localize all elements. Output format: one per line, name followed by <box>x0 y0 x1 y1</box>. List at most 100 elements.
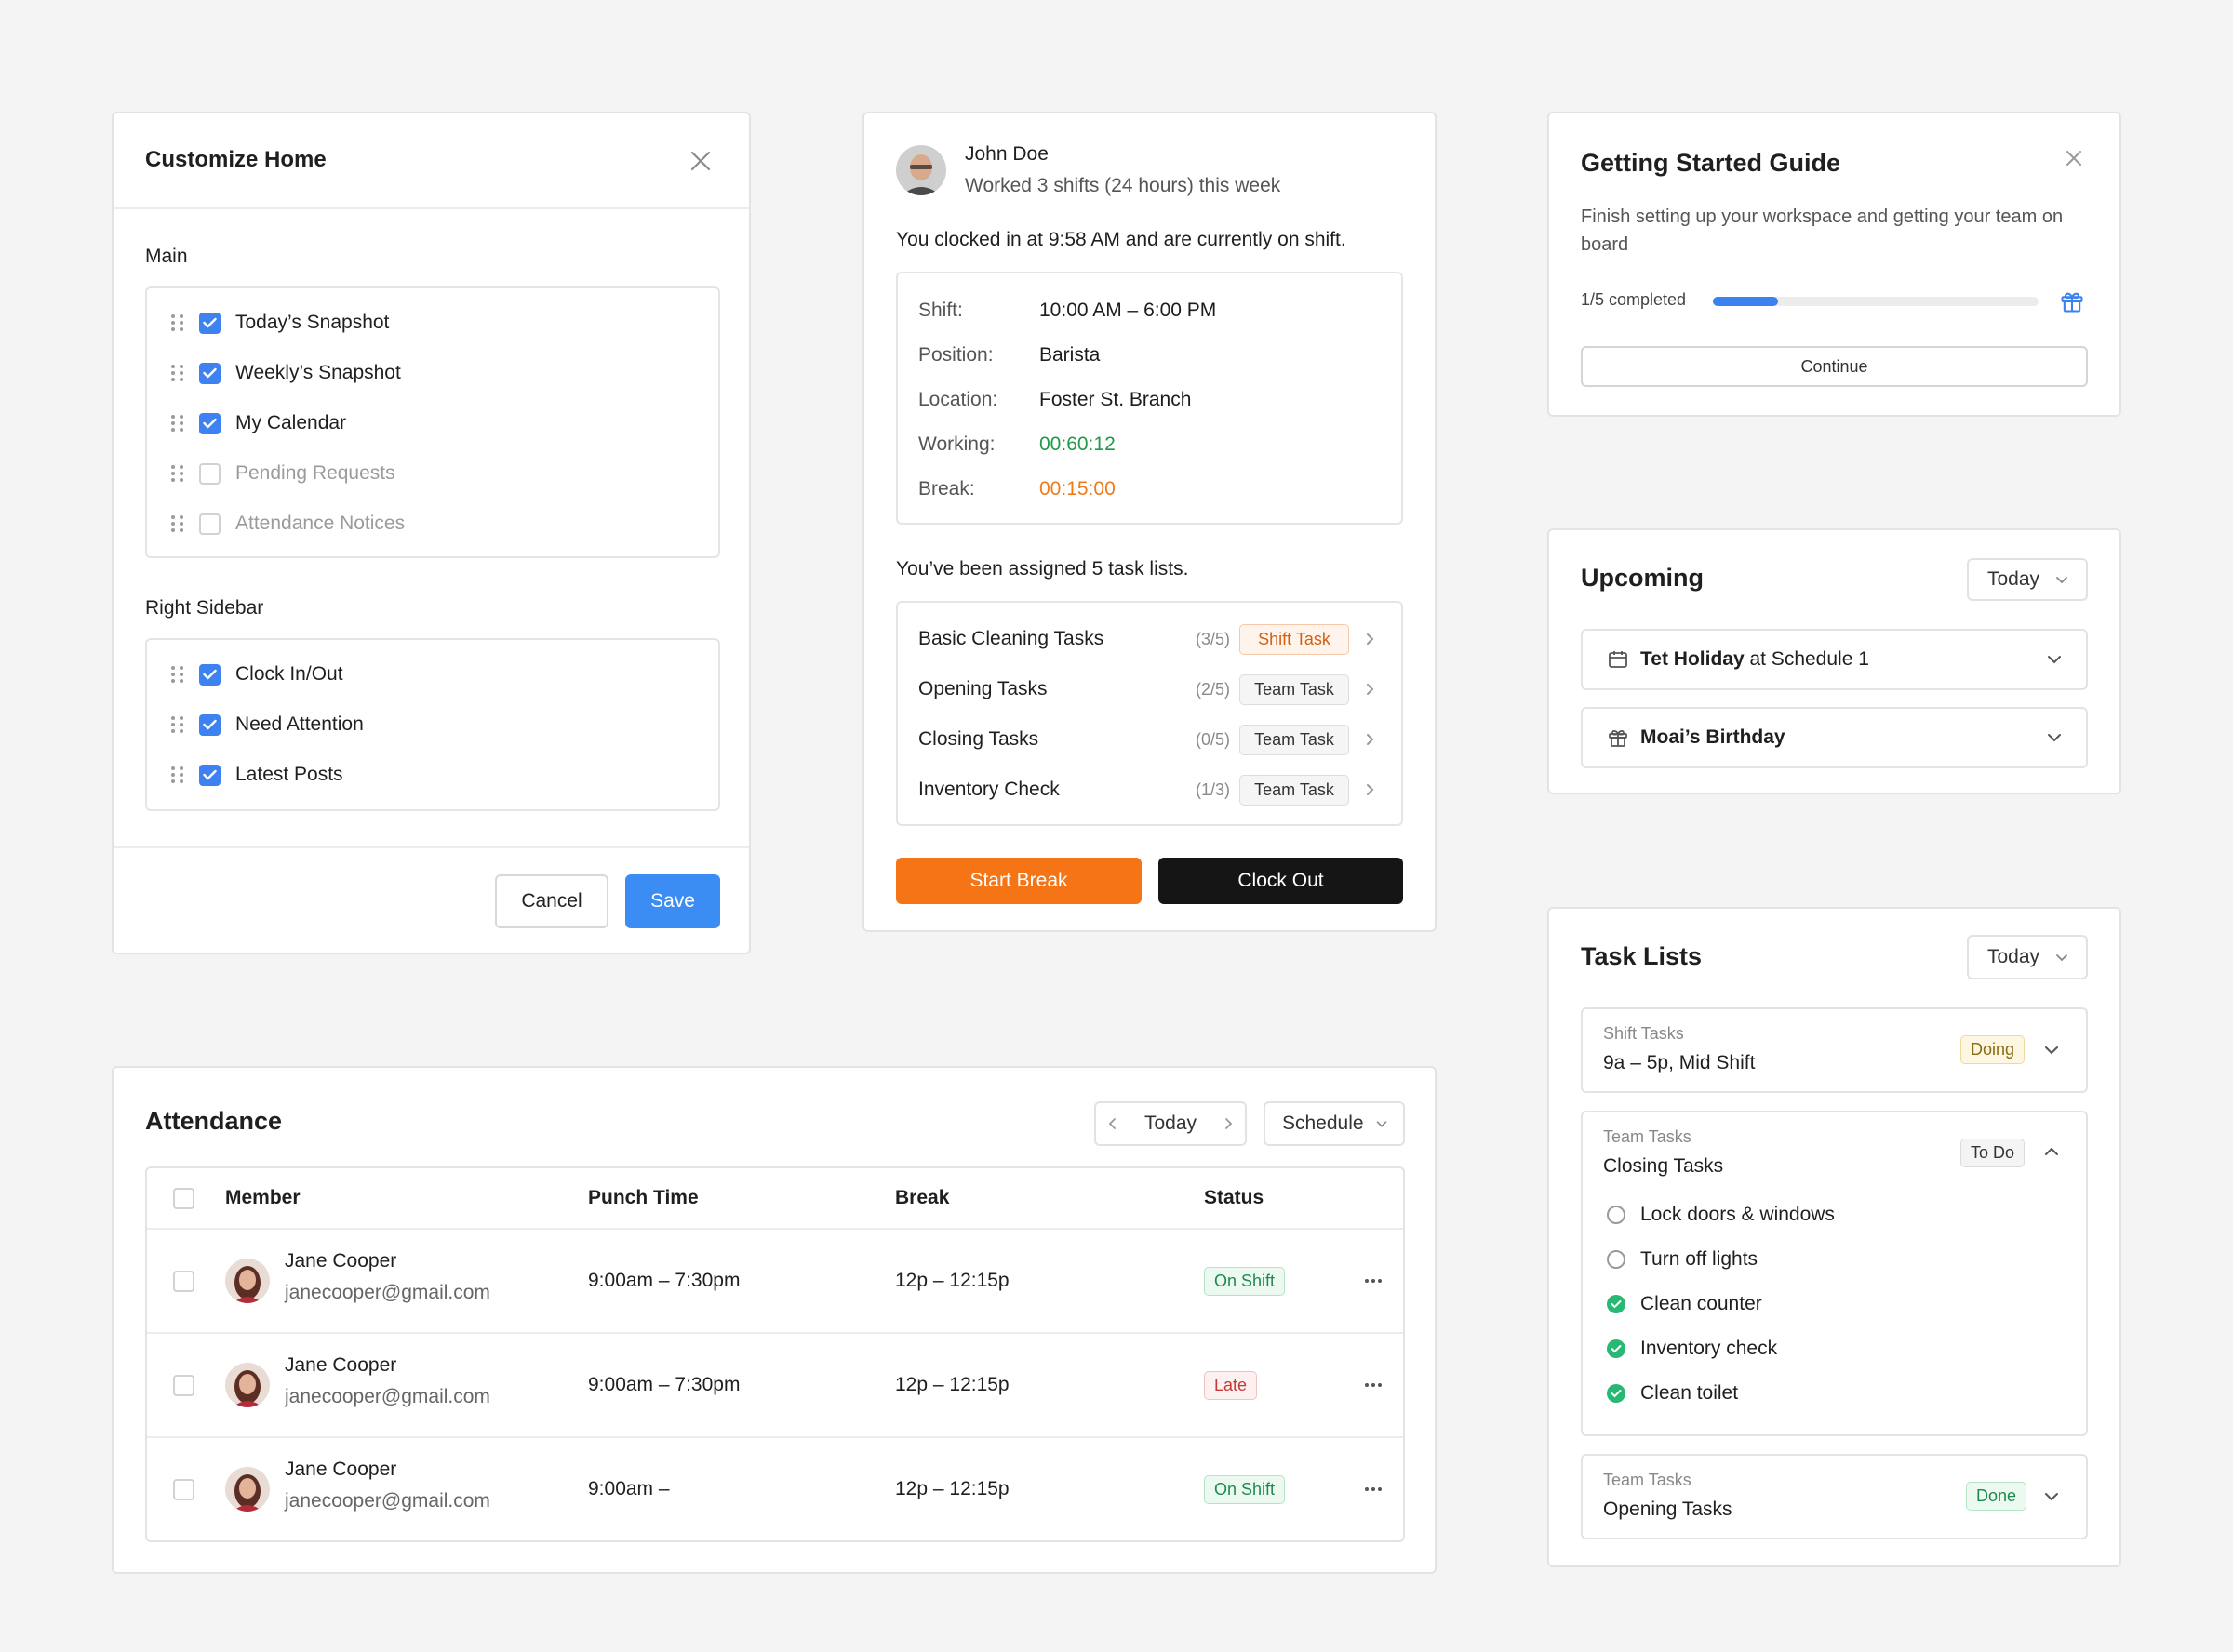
date-label[interactable]: Today <box>1128 1112 1213 1135</box>
task-row[interactable]: Inventory Check (1/3) Team Task <box>898 765 1401 815</box>
todo-label: Inventory check <box>1640 1338 1778 1359</box>
row-checkbox[interactable] <box>173 1270 194 1292</box>
item-label: Weekly’s Snapshot <box>235 362 401 383</box>
close-icon[interactable] <box>2059 143 2089 173</box>
member-email: janecooper@gmail.com <box>285 1282 490 1303</box>
check-circle-icon[interactable] <box>1607 1339 1625 1358</box>
chevron-down-icon <box>2045 1046 2058 1055</box>
detail-row: Position: Barista <box>918 333 1381 378</box>
table-row[interactable]: Jane Cooper janecooper@gmail.com 9:00am … <box>147 1436 1403 1540</box>
main-item[interactable]: Attendance Notices <box>147 499 718 549</box>
todo-item[interactable]: Clean toilet <box>1607 1371 2066 1416</box>
drag-handle-icon[interactable] <box>171 514 184 533</box>
detail-value: Barista <box>1039 344 1101 366</box>
checkbox[interactable] <box>199 713 221 736</box>
gift-icon <box>2061 292 2083 313</box>
todo-item[interactable]: Clean counter <box>1607 1282 2066 1326</box>
main-item[interactable]: My Calendar <box>147 398 718 448</box>
todo-item[interactable]: Turn off lights <box>1607 1237 2066 1282</box>
more-icon[interactable] <box>1362 1478 1384 1500</box>
chevron-right-icon <box>1367 734 1374 745</box>
more-icon[interactable] <box>1362 1270 1384 1292</box>
upcoming-filter-dropdown[interactable]: Today <box>1967 558 2088 601</box>
save-button[interactable]: Save <box>625 874 720 928</box>
main-item[interactable]: Today’s Snapshot <box>147 298 718 348</box>
detail-row: Location: Foster St. Branch <box>918 378 1381 422</box>
row-checkbox[interactable] <box>173 1478 194 1500</box>
check-circle-icon[interactable] <box>1607 1384 1625 1403</box>
checkbox[interactable] <box>199 312 221 334</box>
checkbox[interactable] <box>199 513 221 535</box>
shift-tasks-group[interactable]: Shift Tasks 9a – 5p, Mid Shift Doing <box>1581 1007 2088 1093</box>
chevron-right-icon <box>1367 784 1374 795</box>
todo-item[interactable]: Lock doors & windows <box>1607 1192 2066 1237</box>
opening-tasks-group[interactable]: Team Tasks Opening Tasks Done <box>1581 1454 2088 1539</box>
drag-handle-icon[interactable] <box>171 364 184 382</box>
drag-handle-icon[interactable] <box>171 715 184 734</box>
task-row[interactable]: Opening Tasks (2/5) Team Task <box>898 664 1401 714</box>
task-name: Opening Tasks <box>918 678 1048 699</box>
table-row[interactable]: Jane Cooper janecooper@gmail.com 9:00am … <box>147 1228 1403 1332</box>
chevron-down-icon <box>2056 577 2067 584</box>
chevron-right-icon <box>1367 633 1374 645</box>
chevron-down-icon <box>2048 734 2061 742</box>
drag-handle-icon[interactable] <box>171 464 184 483</box>
closing-tasks-group[interactable]: Team Tasks Closing Tasks To Do Lock door… <box>1581 1111 2088 1436</box>
todo-label: Lock doors & windows <box>1640 1204 1835 1225</box>
unchecked-circle-icon[interactable] <box>1607 1250 1625 1269</box>
progress-track <box>1713 297 2039 306</box>
task-row[interactable]: Closing Tasks (0/5) Team Task <box>898 714 1401 765</box>
filter-label: Today <box>1987 946 2040 967</box>
shift-details: Shift: 10:00 AM – 6:00 PM Position: Barist… <box>896 272 1403 525</box>
event-detail: at Schedule 1 <box>1744 648 1869 670</box>
item-label: Pending Requests <box>235 462 395 484</box>
task-row[interactable]: Basic Cleaning Tasks (3/5) Shift Task <box>898 614 1401 664</box>
checkbox[interactable] <box>199 412 221 434</box>
table-row[interactable]: Jane Cooper janecooper@gmail.com 9:00am … <box>147 1332 1403 1436</box>
close-icon[interactable] <box>685 145 716 177</box>
checkbox[interactable] <box>199 362 221 384</box>
start-break-button[interactable]: Start Break <box>896 858 1142 904</box>
select-all-checkbox[interactable] <box>173 1187 194 1209</box>
detail-row: Break: 00:15:00 <box>918 467 1381 512</box>
drag-handle-icon[interactable] <box>171 665 184 684</box>
checkbox[interactable] <box>199 663 221 686</box>
upcoming-item[interactable]: Moai’s Birthday <box>1581 707 2088 768</box>
sidebar-item[interactable]: Clock In/Out <box>147 649 718 699</box>
clock-out-button[interactable]: Clock Out <box>1158 858 1403 904</box>
drag-handle-icon[interactable] <box>171 313 184 332</box>
cancel-button[interactable]: Cancel <box>495 874 608 928</box>
task-name: Basic Cleaning Tasks <box>918 628 1104 649</box>
more-icon[interactable] <box>1362 1374 1384 1396</box>
drag-handle-icon[interactable] <box>171 766 184 784</box>
task-count: (1/3) <box>1195 779 1230 799</box>
unchecked-circle-icon[interactable] <box>1607 1206 1625 1224</box>
filter-label: Today <box>1987 568 2040 590</box>
chevron-right-icon[interactable] <box>1213 1103 1245 1144</box>
check-circle-icon[interactable] <box>1607 1295 1625 1313</box>
drag-handle-icon[interactable] <box>171 414 184 433</box>
status-badge: Late <box>1204 1370 1258 1400</box>
sidebar-item[interactable]: Latest Posts <box>147 750 718 800</box>
task-lists-filter-dropdown[interactable]: Today <box>1967 935 2088 979</box>
table-header: Member Punch Time Break Status <box>147 1168 1403 1228</box>
chevron-left-icon[interactable] <box>1096 1103 1128 1144</box>
main-item[interactable]: Pending Requests <box>147 448 718 499</box>
attendance-card: Attendance Today Schedule Member Punch T… <box>112 1066 1437 1574</box>
upcoming-item[interactable]: Tet Holiday at Schedule 1 <box>1581 629 2088 690</box>
todo-item[interactable]: Inventory check <box>1607 1326 2066 1371</box>
main-item[interactable]: Weekly’s Snapshot <box>147 348 718 398</box>
checkbox[interactable] <box>199 462 221 485</box>
avatar <box>225 1363 270 1407</box>
break-time: 12p – 12:15p <box>895 1478 1010 1499</box>
checkbox[interactable] <box>199 764 221 786</box>
event-name: Moai’s Birthday <box>1640 726 1785 748</box>
task-name: Inventory Check <box>918 779 1060 800</box>
continue-button[interactable]: Continue <box>1581 346 2088 387</box>
todo-label: Clean toilet <box>1640 1382 1739 1404</box>
view-dropdown[interactable]: Schedule <box>1264 1101 1405 1146</box>
sidebar-item[interactable]: Need Attention <box>147 699 718 750</box>
item-label: Need Attention <box>235 713 364 735</box>
column-header: Punch Time <box>588 1187 699 1208</box>
row-checkbox[interactable] <box>173 1374 194 1396</box>
